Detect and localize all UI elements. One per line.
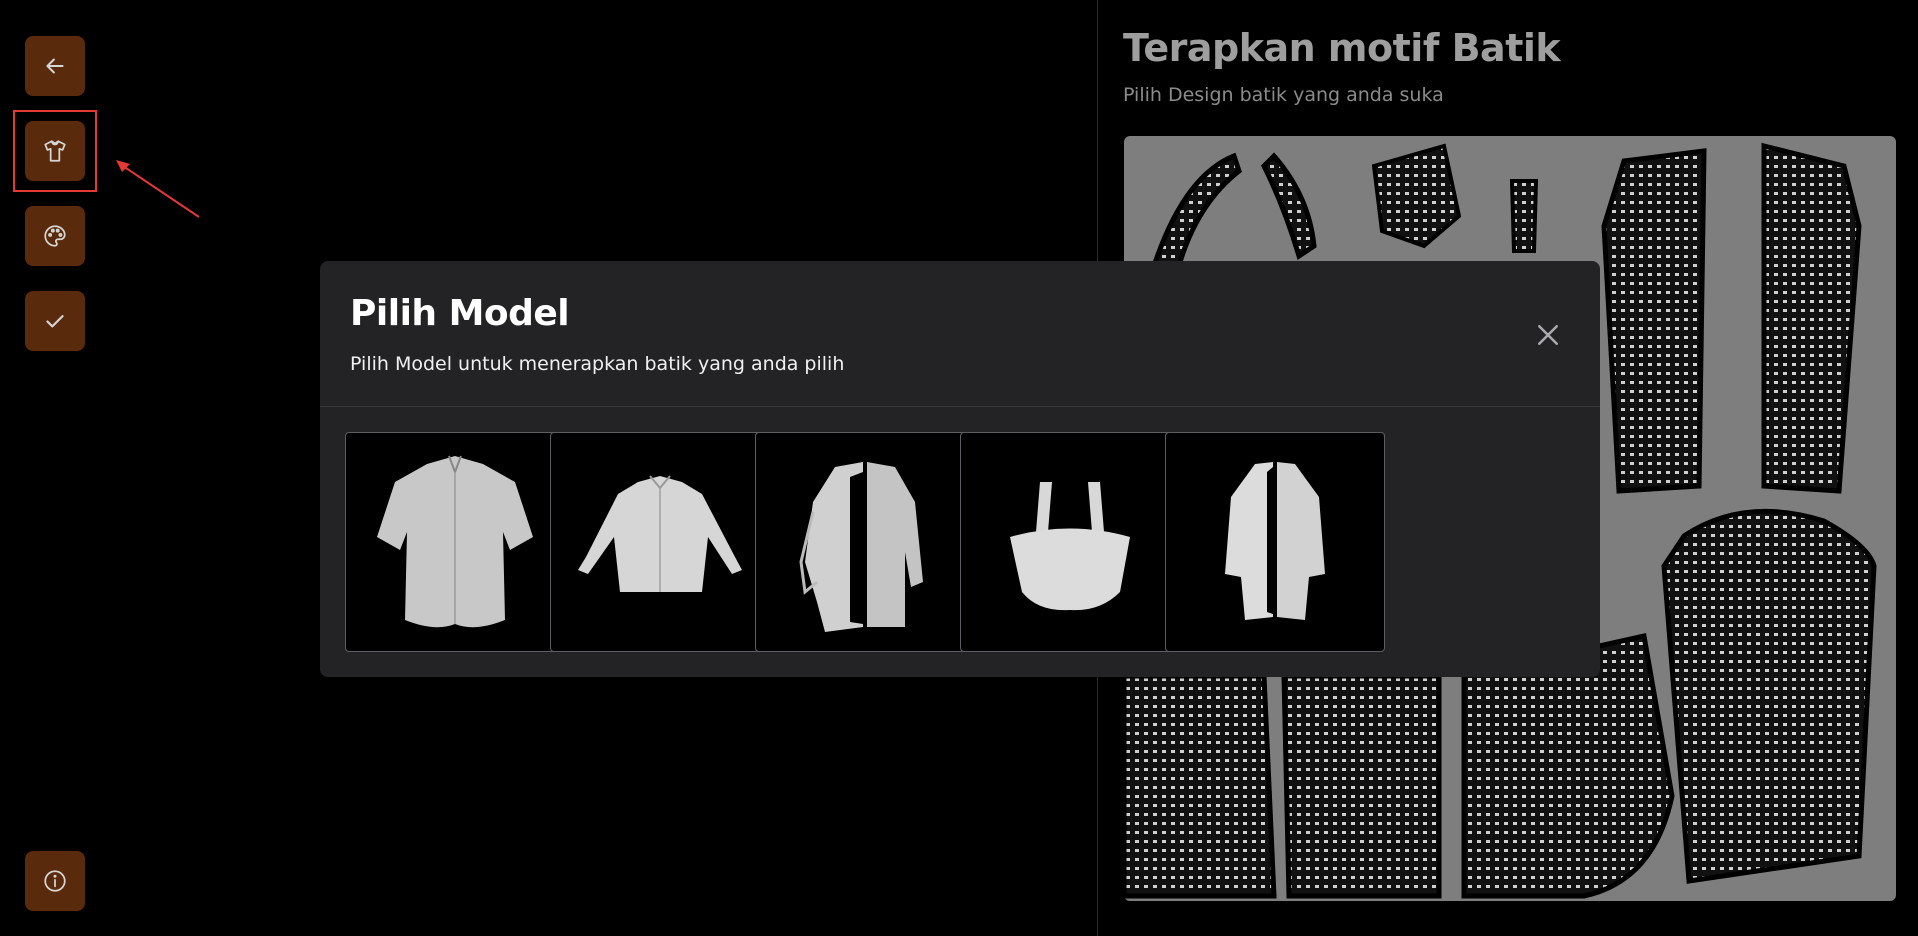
arrow-left-icon: [46, 58, 64, 74]
close-icon: [1538, 325, 1558, 345]
dialog-subtitle: Pilih Model untuk menerapkan batik yang …: [350, 353, 845, 375]
panel-title: Terapkan motif Batik: [1123, 26, 1561, 70]
long-cardigan-image: [1225, 462, 1325, 620]
short-sleeve-shirt-image: [377, 455, 533, 628]
confirm-button[interactable]: [25, 291, 85, 351]
long-sleeve-shirt-image: [578, 475, 742, 592]
palette-button[interactable]: [25, 206, 85, 266]
back-button[interactable]: [25, 36, 85, 96]
info-button[interactable]: [25, 851, 85, 911]
long-outer-coat-image: [799, 462, 923, 632]
bag-image: [1010, 482, 1130, 611]
pointer-arrow-icon: [116, 160, 200, 218]
dialog-title: Pilih Model: [350, 293, 570, 334]
select-model-dialog: Pilih Model Pilih Model untuk menerapkan…: [320, 261, 1600, 677]
close-button[interactable]: [1530, 317, 1566, 353]
palette-icon: [44, 225, 66, 247]
model-card-long-sleeve-shirt[interactable]: [550, 432, 770, 652]
info-icon: [44, 870, 66, 892]
model-card-short-sleeve-shirt[interactable]: [345, 432, 565, 652]
panel-subtitle: Pilih Design batik yang anda suka: [1123, 84, 1444, 106]
check-icon: [46, 315, 64, 328]
model-card-long-outer-coat[interactable]: [755, 432, 975, 652]
model-card-long-cardigan[interactable]: [1165, 432, 1385, 652]
dialog-separator: [320, 406, 1600, 407]
model-card-bag[interactable]: [960, 432, 1180, 652]
app-root: Terapkan motif Batik Pilih Design batik …: [0, 0, 1918, 936]
selection-highlight: [13, 110, 97, 192]
